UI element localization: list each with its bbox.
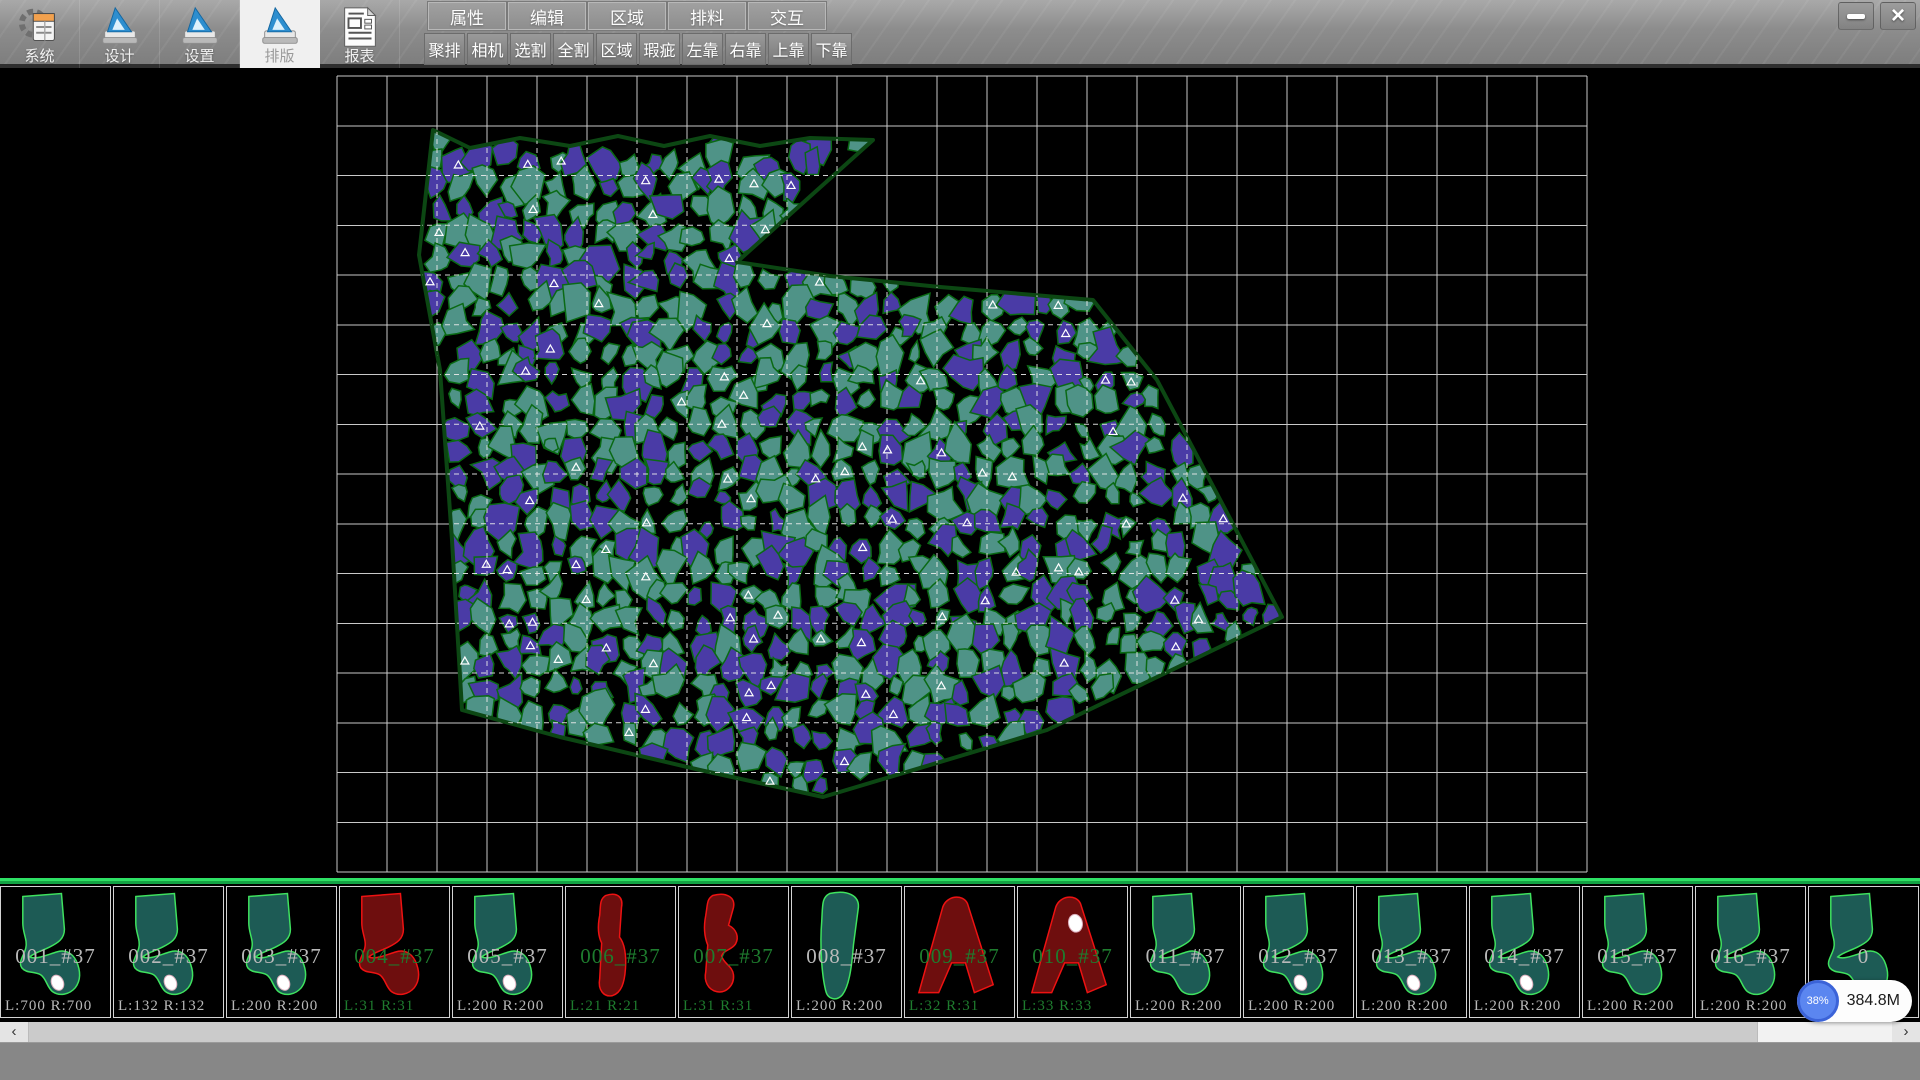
part-thumbnail-6[interactable]: 006_#37L:21 R:21 — [565, 886, 676, 1018]
app-button-4[interactable]: 排版 — [240, 0, 320, 68]
menu-tab-2[interactable]: 编辑 — [508, 2, 586, 30]
menu-tab-4[interactable]: 排料 — [668, 2, 746, 30]
part-shape-icon — [679, 887, 788, 1017]
menu-tab-1[interactable]: 属性 — [428, 2, 506, 30]
app-button-label: 排版 — [264, 48, 294, 66]
part-shape-icon — [227, 887, 336, 1017]
tool-button-3[interactable]: 选割 — [510, 33, 551, 65]
part-thumbnail-8[interactable]: 008_#37L:200 R:200 — [791, 886, 902, 1018]
part-thumbnail-16[interactable]: 016_#37L:200 R:200 — [1695, 886, 1806, 1018]
progress-circle: 38% — [1797, 980, 1839, 1022]
part-shape-icon — [1131, 887, 1240, 1017]
part-thumbnail-12[interactable]: 012_#37L:200 R:200 — [1243, 886, 1354, 1018]
part-shape-icon — [566, 887, 675, 1017]
tool-button-10[interactable]: 下靠 — [811, 33, 852, 65]
part-shape-icon — [1470, 887, 1579, 1017]
app-launcher: 系统 设计 设置 排版 报表 — [0, 0, 400, 68]
app-button-2[interactable]: 设计 — [80, 0, 160, 68]
tool-button-6[interactable]: 瑕疵 — [639, 33, 680, 65]
scroll-left-arrow[interactable]: ‹ — [0, 1022, 28, 1042]
app-button-3[interactable]: 设置 — [160, 0, 240, 68]
part-shape-icon — [1, 887, 110, 1017]
scrollbar-thumb[interactable] — [28, 1022, 1758, 1042]
report-doc-icon — [337, 4, 383, 48]
menu-tab-5[interactable]: 交互 — [748, 2, 826, 30]
parts-list: 001_#37L:700 R:700002_#37L:132 R:132003_… — [0, 884, 1920, 1022]
minimize-icon — [1847, 14, 1865, 19]
status-bar — [0, 1042, 1920, 1080]
scrollbar-track[interactable] — [1758, 1022, 1892, 1042]
scroll-right-arrow[interactable]: › — [1892, 1022, 1920, 1042]
part-thumbnail-2[interactable]: 002_#37L:132 R:132 — [113, 886, 224, 1018]
part-thumbnail-9[interactable]: 009_#37L:32 R:31 — [904, 886, 1015, 1018]
part-thumbnail-3[interactable]: 003_#37L:200 R:200 — [226, 886, 337, 1018]
part-shape-icon — [1696, 887, 1805, 1017]
system-gear-icon — [17, 4, 63, 48]
application-window: 系统设计设置排版报表 属性编辑区域排料交互 聚排相机选割全割区域瑕疵左靠右靠上靠… — [0, 0, 1920, 1080]
tool-button-4[interactable]: 全割 — [553, 33, 594, 65]
toolbar: 系统设计设置排版报表 属性编辑区域排料交互 聚排相机选割全割区域瑕疵左靠右靠上靠… — [0, 0, 1920, 68]
progress-badge[interactable]: 38% 384.8M — [1797, 980, 1912, 1022]
part-thumbnail-4[interactable]: 004_#37L:31 R:31 — [339, 886, 450, 1018]
horizontal-scrollbar[interactable]: ‹ › — [0, 1022, 1920, 1042]
part-thumbnail-7[interactable]: 007_#37L:31 R:31 — [678, 886, 789, 1018]
part-shape-icon — [453, 887, 562, 1017]
menu-bar: 属性编辑区域排料交互 — [428, 2, 828, 30]
part-thumbnail-13[interactable]: 013_#37L:200 R:200 — [1356, 886, 1467, 1018]
app-button-1[interactable]: 系统 — [0, 0, 80, 68]
part-shape-icon — [340, 887, 449, 1017]
settings-ruler-icon — [177, 4, 223, 48]
tool-button-1[interactable]: 聚排 — [424, 33, 465, 65]
design-ruler-icon — [97, 4, 143, 48]
part-shape-icon — [1244, 887, 1353, 1017]
part-thumbnail-11[interactable]: 011_#37L:200 R:200 — [1130, 886, 1241, 1018]
app-button-label: 系统 — [24, 48, 54, 66]
close-icon: × — [1891, 4, 1905, 28]
part-thumbnail-15[interactable]: 015_#37L:200 R:200 — [1582, 886, 1693, 1018]
close-button[interactable]: × — [1880, 2, 1916, 30]
part-thumbnail-10[interactable]: 010_#37L:33 R:33 — [1017, 886, 1128, 1018]
app-button-label: 设计 — [104, 48, 134, 66]
part-thumbnail-1[interactable]: 001_#37L:700 R:700 — [0, 886, 111, 1018]
menu-tab-3[interactable]: 区域 — [588, 2, 666, 30]
tool-button-7[interactable]: 左靠 — [682, 33, 723, 65]
nesting-layout-drawing[interactable] — [0, 72, 1920, 878]
tool-button-5[interactable]: 区域 — [596, 33, 637, 65]
app-button-label: 设置 — [184, 48, 214, 66]
tool-bar: 聚排相机选割全割区域瑕疵左靠右靠上靠下靠 — [424, 33, 854, 65]
app-button-label: 报表 — [344, 48, 374, 66]
part-shape-icon — [1018, 887, 1127, 1017]
tool-button-9[interactable]: 上靠 — [768, 33, 809, 65]
part-shape-icon — [1583, 887, 1692, 1017]
nesting-ruler-icon — [257, 4, 303, 48]
parts-strip: 001_#37L:700 R:700002_#37L:132 R:132003_… — [0, 878, 1920, 1022]
minimize-button[interactable] — [1838, 2, 1874, 30]
part-shape-icon — [114, 887, 223, 1017]
tool-button-2[interactable]: 相机 — [467, 33, 508, 65]
part-shape-icon — [905, 887, 1014, 1017]
window-controls: × — [1838, 2, 1916, 30]
part-thumbnail-14[interactable]: 014_#37L:200 R:200 — [1469, 886, 1580, 1018]
part-thumbnail-5[interactable]: 005_#37L:200 R:200 — [452, 886, 563, 1018]
app-button-5[interactable]: 报表 — [320, 0, 400, 68]
part-shape-icon — [1357, 887, 1466, 1017]
tool-button-8[interactable]: 右靠 — [725, 33, 766, 65]
part-shape-icon — [792, 887, 901, 1017]
nesting-canvas[interactable] — [0, 72, 1920, 878]
memory-usage: 384.8M — [1847, 992, 1900, 1010]
